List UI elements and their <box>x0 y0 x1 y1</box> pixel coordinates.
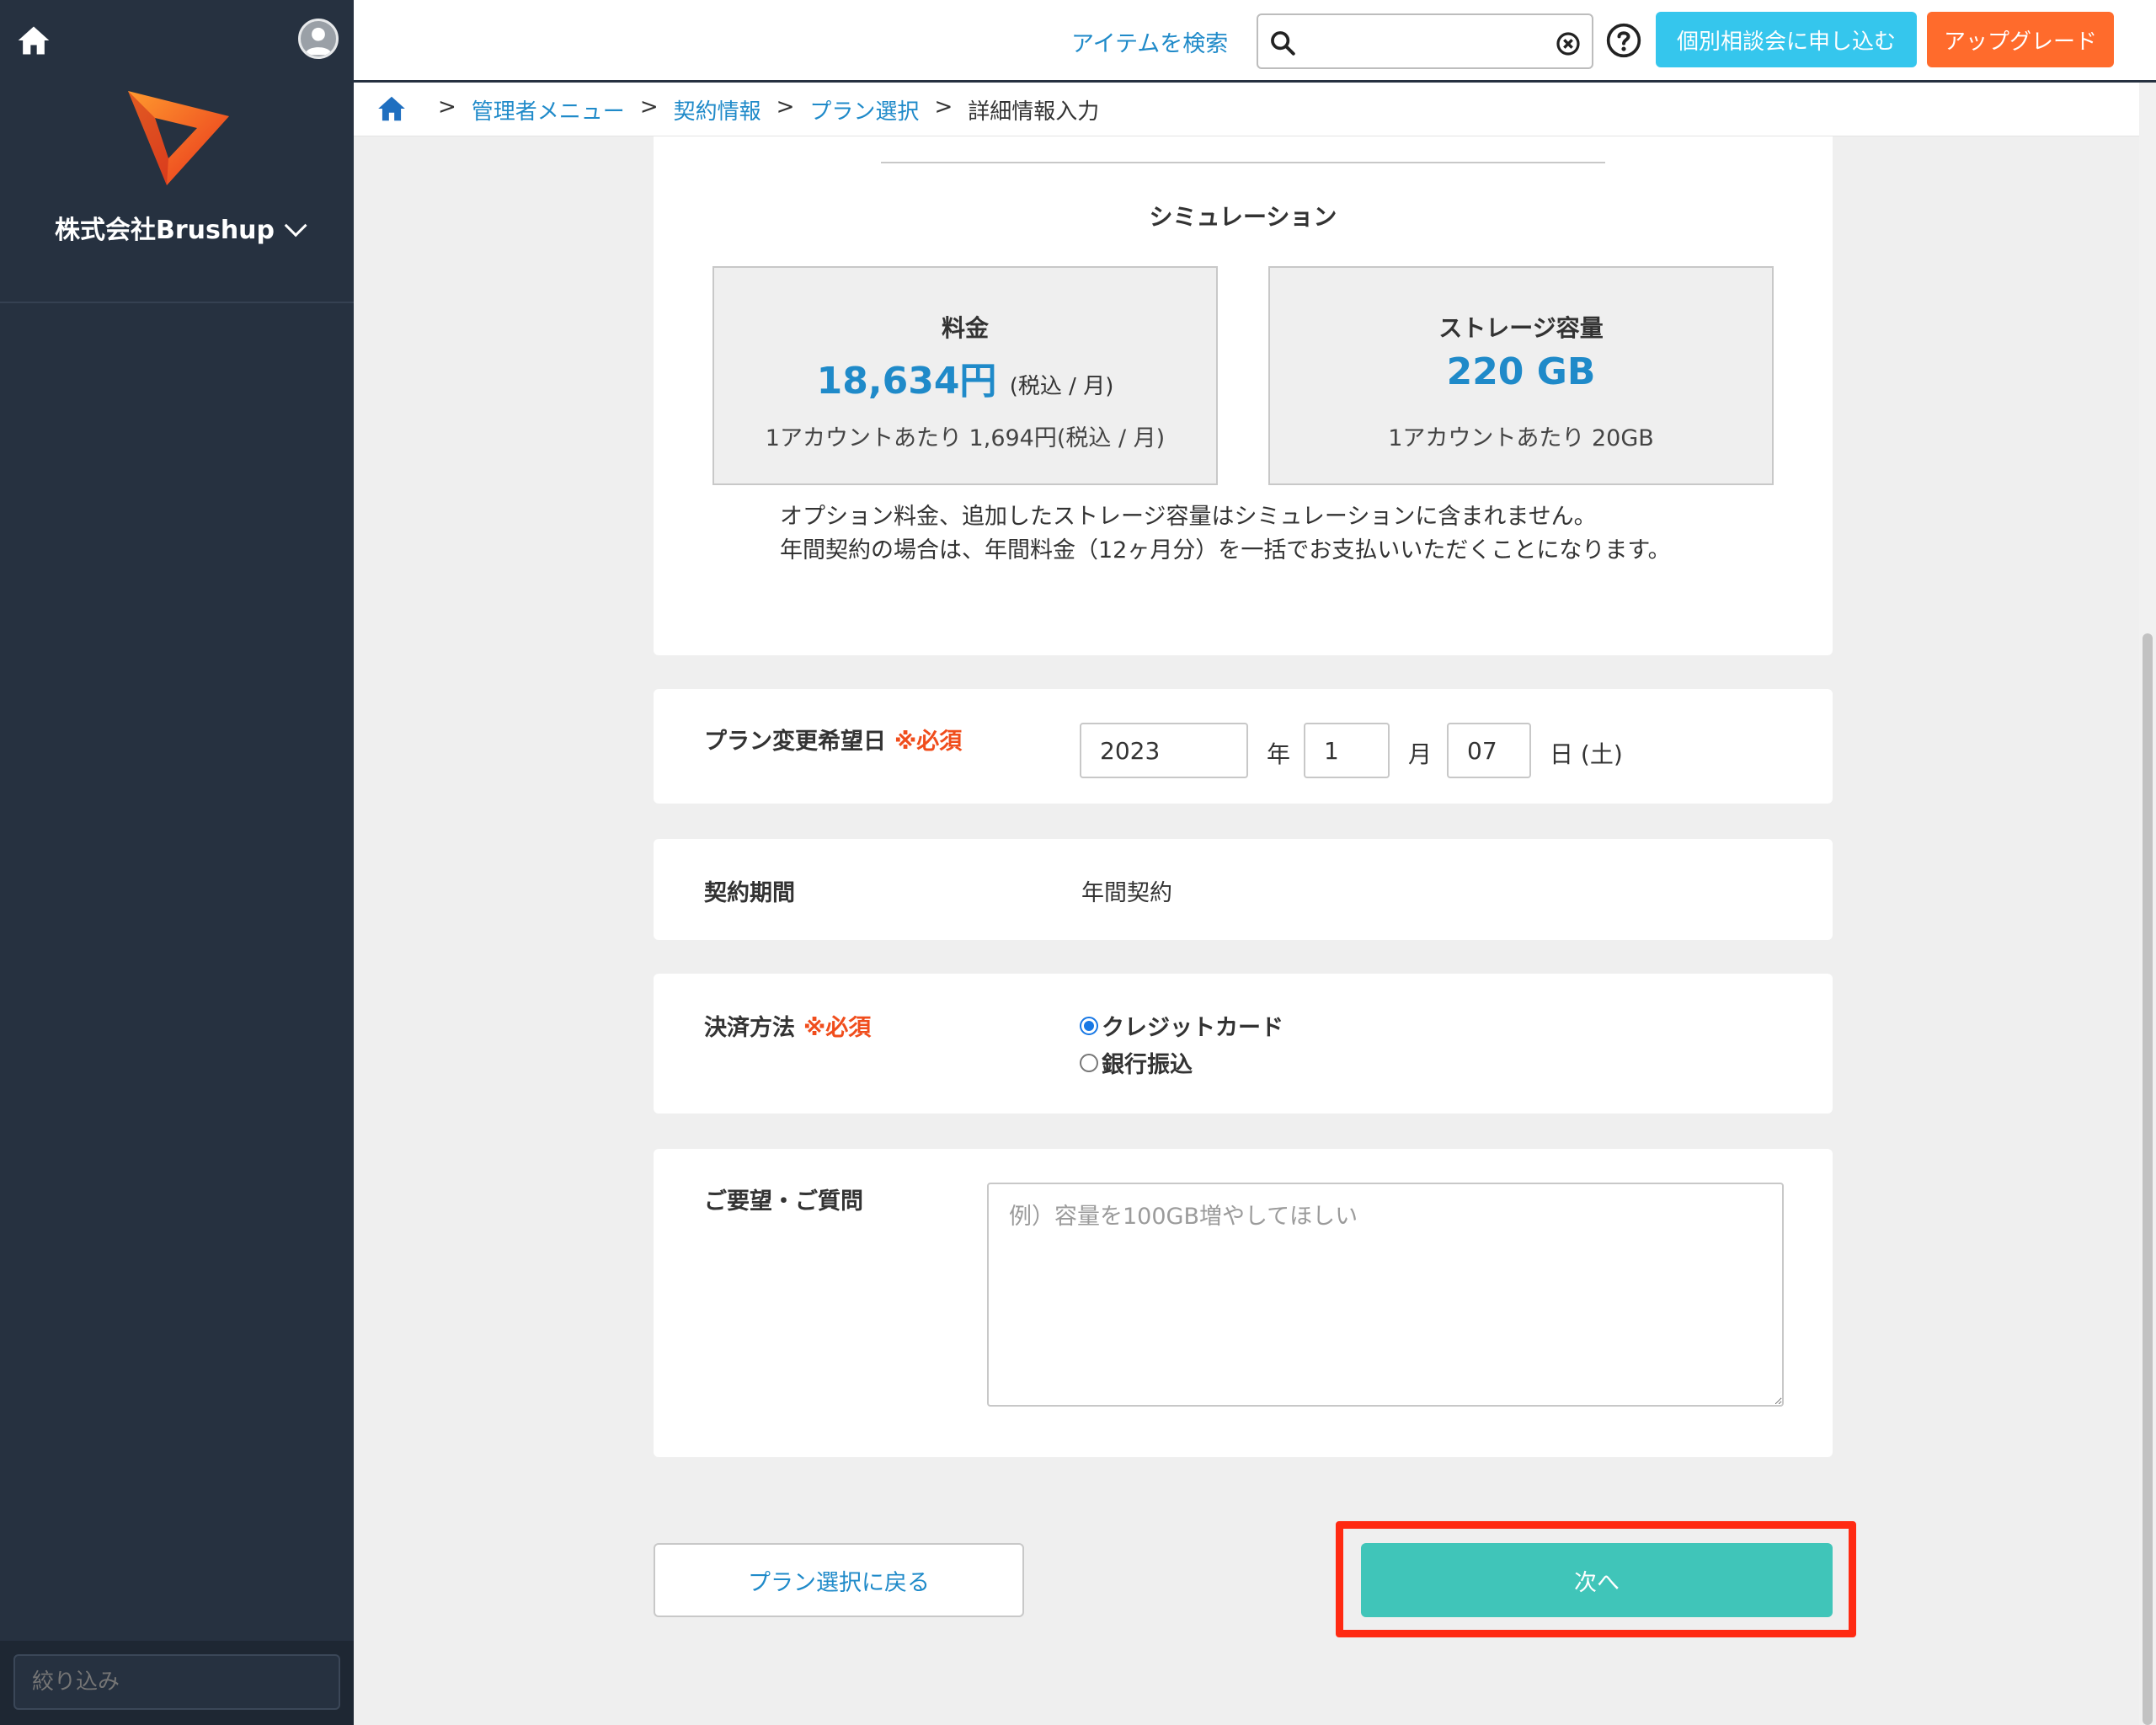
next-button[interactable]: 次へ <box>1361 1543 1833 1617</box>
request-label: ご要望・ご質問 <box>704 1188 863 1215</box>
divider <box>881 162 1605 163</box>
required-mark: ※必須 <box>894 729 963 755</box>
search-icon <box>1271 31 1295 56</box>
change-date-card: プラン変更希望日 ※必須 年 月 日 (土) <box>654 689 1833 804</box>
change-date-label-text: プラン変更希望日 <box>704 729 886 755</box>
breadcrumb: > 管理者メニュー > 契約情報 > プラン選択 > 詳細情報入力 <box>354 83 2139 136</box>
storage-label: ストレージ容量 <box>1438 314 1604 342</box>
simulation-note: オプション料金、追加したストレージ容量はシミュレーションに含まれません。 年間契… <box>780 500 1671 568</box>
help-icon[interactable] <box>1605 22 1642 59</box>
payment-method-label: 決済方法 ※必須 <box>704 1009 871 1042</box>
radio-button-checked[interactable] <box>1080 1016 1098 1035</box>
sidebar-divider <box>0 302 354 303</box>
price-box: 料金 18,634円 (税込 / 月) 1アカウントあたり 1,694円(税込 … <box>712 266 1218 485</box>
contract-period-value: 年間契約 <box>1081 880 1172 906</box>
request-card: ご要望・ご質問 <box>654 1149 1833 1457</box>
contract-period-label: 契約期間 <box>704 880 795 906</box>
storage-box: ストレージ容量 220 GB 1アカウントあたり 20GB <box>1268 266 1774 485</box>
storage-value: 220 GB <box>1446 350 1596 393</box>
payment-option-label: 銀行振込 <box>1102 1052 1193 1078</box>
payment-method-label-text: 決済方法 <box>704 1015 795 1041</box>
month-unit: 月 <box>1408 740 1433 768</box>
year-unit: 年 <box>1267 740 1291 768</box>
top-header: アイテムを検索 個別相談会に申し込む アップグレード <box>354 0 2156 83</box>
required-mark: ※必須 <box>803 1015 872 1041</box>
year-input[interactable] <box>1080 723 1248 778</box>
chevron-down-icon <box>284 214 307 238</box>
day-input[interactable] <box>1447 723 1531 778</box>
breadcrumb-contract-info[interactable]: 契約情報 <box>674 94 761 126</box>
home-icon[interactable] <box>15 22 52 59</box>
breadcrumb-admin-menu[interactable]: 管理者メニュー <box>472 94 625 126</box>
breadcrumb-separator: > <box>438 94 456 120</box>
payment-option-label: クレジットカード <box>1102 1015 1283 1041</box>
price-value: 18,634円 <box>816 360 997 403</box>
breadcrumb-separator: > <box>934 94 953 120</box>
clear-icon[interactable] <box>1555 30 1582 57</box>
back-to-plan-button[interactable]: プラン選択に戻る <box>654 1543 1024 1617</box>
filter-input[interactable] <box>13 1654 340 1710</box>
breadcrumb-home-icon[interactable] <box>376 93 408 125</box>
search-input[interactable] <box>1305 24 1545 62</box>
price-per-account: 1アカウントあたり 1,694円(税込 / 月) <box>765 425 1166 451</box>
request-textarea[interactable] <box>987 1183 1784 1407</box>
payment-option-credit-card[interactable]: クレジットカード <box>1080 1009 1283 1042</box>
search-box[interactable] <box>1257 13 1593 69</box>
company-name: 株式会社Brushup <box>54 216 275 245</box>
user-icon <box>305 27 332 56</box>
payment-option-bank-transfer[interactable]: 銀行振込 <box>1080 1046 1193 1079</box>
upgrade-button[interactable]: アップグレード <box>1927 12 2114 67</box>
note-line: 年間契約の場合は、年間料金（12ヶ月分）を一括でお支払いいただくことになります。 <box>780 537 1671 563</box>
price-unit: (税込 / 月) <box>1009 374 1114 399</box>
scrollbar-thumb[interactable] <box>2143 633 2153 1725</box>
consultation-button[interactable]: 個別相談会に申し込む <box>1656 12 1917 67</box>
note-line: オプション料金、追加したストレージ容量はシミュレーションに含まれません。 <box>780 504 1597 530</box>
price-label: 料金 <box>941 314 989 342</box>
breadcrumb-separator: > <box>639 94 659 120</box>
user-avatar[interactable] <box>298 19 339 59</box>
simulation-card: シミュレーション 料金 18,634円 (税込 / 月) 1アカウントあたり 1… <box>654 136 1833 655</box>
contract-period-card: 契約期間 年間契約 <box>654 839 1833 940</box>
radio-button[interactable] <box>1080 1053 1098 1072</box>
storage-per-account: 1アカウントあたり 20GB <box>1388 425 1654 451</box>
breadcrumb-plan-select[interactable]: プラン選択 <box>809 94 919 126</box>
sidebar: 株式会社Brushup <box>0 0 354 1725</box>
brushup-logo[interactable] <box>126 88 231 187</box>
payment-method-card: 決済方法 ※必須 クレジットカード 銀行振込 <box>654 974 1833 1114</box>
day-unit: 日 (土) <box>1550 740 1623 768</box>
month-input[interactable] <box>1304 723 1390 778</box>
change-date-label: プラン変更希望日 ※必須 <box>704 723 962 756</box>
breadcrumb-separator: > <box>776 94 795 120</box>
breadcrumb-current: 詳細情報入力 <box>968 99 1100 125</box>
search-label: アイテムを検索 <box>1071 31 1229 57</box>
simulation-title: シミュレーション <box>1149 203 1337 231</box>
price-value-line: 18,634円 (税込 / 月) <box>714 350 1216 404</box>
company-switcher[interactable]: 株式会社Brushup <box>0 209 354 246</box>
